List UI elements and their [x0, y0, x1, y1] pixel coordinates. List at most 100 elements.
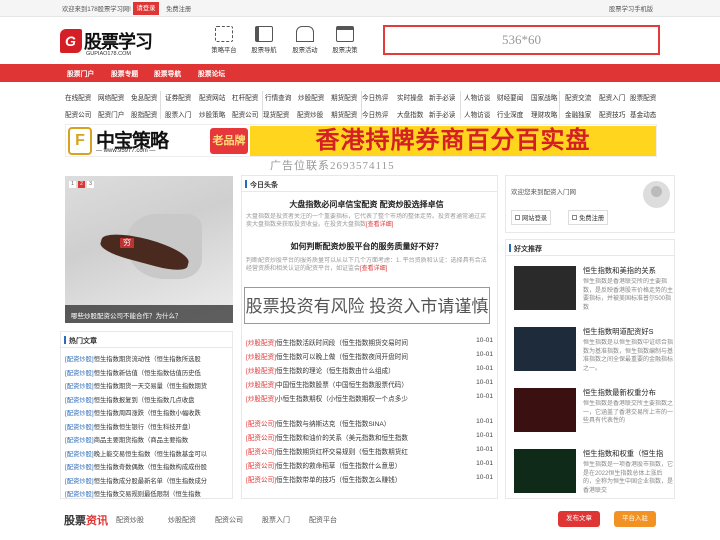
category-tag[interactable]: [配资炒股]: [65, 478, 94, 485]
article-title[interactable]: 恒生指数成分股最新名单（恒生指数成分: [94, 478, 207, 485]
category-tag[interactable]: [配资炒股]: [65, 397, 94, 404]
article-title[interactable]: 恒生指数和权重（恒生指: [583, 449, 673, 459]
category-tag[interactable]: [炒股配资]: [246, 340, 276, 347]
list-item[interactable]: [配资公司]恒生指数期货红杯交易规则（恒生指数期货红 10-01: [246, 446, 495, 456]
category-tag[interactable]: [配资公司]: [246, 477, 276, 484]
quick-link[interactable]: 行业深度: [497, 109, 523, 119]
category-tag[interactable]: [配资公司]: [246, 421, 276, 428]
banner-ad[interactable]: F 中宝策略 — www.95977.com — 老品牌 香港持牌券商百分百实盘: [65, 124, 657, 157]
article-title[interactable]: 恒生指数最新权重分布: [583, 388, 673, 398]
article-title[interactable]: 商品主要期货指数（商品主要指数: [94, 437, 188, 444]
avatar[interactable]: [643, 181, 670, 208]
quick-link[interactable]: 配资公司: [65, 109, 91, 119]
list-item[interactable]: [配资炒股]商品主要期货指数（商品主要指数: [65, 435, 188, 444]
category-tag[interactable]: [炒股配资]: [246, 354, 276, 361]
list-item[interactable]: [配资炒股]恒生指数恒生银行（恒生科技开盘）: [65, 422, 194, 431]
register-link[interactable]: 免费注册: [166, 4, 191, 13]
site-logo[interactable]: G 股票学习 GUPIAO178.COM: [60, 26, 155, 60]
category-tag[interactable]: [配资炒股]: [65, 451, 94, 458]
quick-link[interactable]: 人物访谈: [464, 109, 490, 119]
article-title[interactable]: 恒生指数带单的技巧（恒生指数怎么赚钱）: [276, 477, 401, 484]
quick-link[interactable]: 配资入门: [599, 92, 625, 102]
quick-link[interactable]: 大盘指数: [397, 109, 423, 119]
platform-join-button[interactable]: 平台入驻: [614, 511, 656, 527]
article-title[interactable]: 恒生指数奇数偶数（恒生指数构成成份股: [94, 464, 207, 471]
quick-link[interactable]: 今日热评: [362, 92, 388, 102]
quick-link[interactable]: 炒股策略: [199, 109, 225, 119]
article-title[interactable]: 恒生指数恒生银行（恒生科技开盘）: [94, 424, 195, 431]
article-thumbnail[interactable]: [514, 266, 576, 310]
slider-dot-active[interactable]: 2: [78, 181, 85, 188]
quick-link[interactable]: 股指配资: [131, 109, 157, 119]
category-tag[interactable]: [配资炒股]: [65, 491, 94, 498]
quick-link[interactable]: 现货配资: [263, 109, 289, 119]
quick-link[interactable]: 新手必读: [429, 92, 455, 102]
publish-article-button[interactable]: 发布文章: [558, 511, 600, 527]
article-title[interactable]: 恒生指数新估值（恒生指数估值历史低: [94, 370, 201, 377]
list-item[interactable]: [配资炒股]恒生指数新估值（恒生指数估值历史低: [65, 368, 201, 377]
tab-margin-trading[interactable]: 配资炒股: [116, 515, 144, 525]
article-title[interactable]: 恒生指数活跃时间段（恒生指数期货交易时间: [276, 340, 408, 347]
quick-link[interactable]: 股票入门: [165, 109, 191, 119]
headline-2[interactable]: 如何判断配资炒股平台的服务质量好不好？: [242, 241, 491, 252]
free-register-button[interactable]: 免费注册: [568, 210, 609, 225]
list-item[interactable]: [配资炒股]恒生指数周四涨跌（恒生指数小幅收跌: [65, 408, 201, 417]
list-item[interactable]: [炒股配资]恒生指数可以晚上做（恒生指数夜间开盘时间 10-01: [246, 351, 495, 361]
header-nav-strategy[interactable]: 策略平台: [207, 26, 241, 54]
login-button[interactable]: 请登录: [133, 2, 159, 15]
list-item[interactable]: [炒股配资]恒生指数活跃时间段（恒生指数期货交易时间 10-01: [246, 337, 495, 347]
list-item[interactable]: [炒股配资]小恒生指数期权（小恒生指数期权一个点多少 10-01: [246, 393, 495, 403]
category-tag[interactable]: [配资炒股]: [65, 424, 94, 431]
quick-link[interactable]: 配资门户: [98, 109, 124, 119]
category-tag[interactable]: [炒股配资]: [246, 382, 276, 389]
headline-1[interactable]: 大盘指数必问卓信宝配资 配资炒股选择卓信: [242, 199, 491, 210]
article-title[interactable]: 恒生指数明道配资好S: [583, 327, 673, 337]
quick-link[interactable]: 理财攻略: [531, 109, 557, 119]
category-tag[interactable]: [配资炒股]: [65, 410, 94, 417]
header-nav-activity[interactable]: 股票活动: [288, 26, 322, 54]
quick-link[interactable]: 今日热评: [362, 109, 388, 119]
list-item[interactable]: [配资炒股]恒生指数交易规则最低限制（恒生指数: [65, 489, 201, 498]
article-title[interactable]: 恒生指数交易规则最低限制（恒生指数: [94, 491, 201, 498]
quick-link[interactable]: 行情查询: [265, 92, 291, 102]
nav-topics[interactable]: 股票专题: [111, 68, 138, 78]
article-title[interactable]: 恒生指数可以晚上做（恒生指数夜间开盘时间: [276, 354, 408, 361]
list-item[interactable]: [炒股配资]恒生指数的理论（恒生指数由什么组成） 10-01: [246, 365, 495, 375]
quick-link[interactable]: 股票配资: [630, 92, 656, 102]
list-item[interactable]: [配资炒股]恒生指数期货流动性（恒生指数所选股: [65, 354, 201, 363]
nav-guide[interactable]: 股票导航: [154, 68, 181, 78]
category-tag[interactable]: [配资炒股]: [65, 370, 94, 377]
category-tag[interactable]: [配资公司]: [246, 449, 276, 456]
list-item[interactable]: [配资炒股]恒生指数奇数偶数（恒生指数构成成份股: [65, 462, 207, 471]
quick-link[interactable]: 配资炒股: [297, 109, 323, 119]
article-title[interactable]: 恒生指数期货红杯交易规则（恒生指数期货红: [276, 449, 408, 456]
category-tag[interactable]: [配资炒股]: [65, 437, 94, 444]
list-item[interactable]: [配资公司]恒生指数与纳斯达克（恒生指数SINA） 10-01: [246, 418, 495, 428]
image-slider[interactable]: 穷 123 哪些炒股配资公司不能合作？为什么？: [65, 176, 233, 323]
article-title[interactable]: 小恒生指数期权（小恒生指数期权一个点多少: [276, 396, 408, 403]
quick-link[interactable]: 新手必读: [429, 109, 455, 119]
article-title[interactable]: 恒生指数报复到（恒生指数几点收盘: [94, 397, 195, 404]
quick-link[interactable]: 免息配资: [131, 92, 157, 102]
quick-link[interactable]: 证券配资: [165, 92, 191, 102]
site-login-button[interactable]: 网站登录: [511, 210, 552, 225]
quick-link[interactable]: 配资网站: [199, 92, 225, 102]
list-item[interactable]: [配资公司]恒生指数和油价的关系（美元指数和恒生指数 10-01: [246, 432, 495, 442]
slider-caption[interactable]: 哪些炒股配资公司不能合作？为什么？: [65, 305, 233, 323]
list-item[interactable]: [配资炒股]恒生指数成分股最新名单（恒生指数成分: [65, 476, 207, 485]
quick-link[interactable]: 杠杆配资: [232, 92, 258, 102]
list-item[interactable]: [配资炒股]恒生指数报复到（恒生指数几点收盘: [65, 395, 194, 404]
quick-link[interactable]: 配资公司: [232, 109, 258, 119]
quick-link[interactable]: 实时操盘: [397, 92, 423, 102]
article-title[interactable]: 恒生指数和油价的关系（美元指数和恒生指数: [276, 435, 408, 442]
quick-link[interactable]: 炒股配资: [298, 92, 324, 102]
article-title[interactable]: 恒生指数的救命稻草（恒生指数什么意思）: [276, 463, 401, 470]
quick-link[interactable]: 财经要闻: [497, 92, 523, 102]
list-item[interactable]: [配资公司]恒生指数带单的技巧（恒生指数怎么赚钱） 10-01: [246, 474, 495, 484]
tab-margin-platform[interactable]: 配资平台: [309, 515, 337, 525]
list-item[interactable]: [配资公司]恒生指数的救命稻草（恒生指数什么意思） 10-01: [246, 460, 495, 470]
quick-link[interactable]: 配资交流: [565, 92, 591, 102]
category-tag[interactable]: [配资炒股]: [65, 464, 94, 471]
article-title[interactable]: 恒生指数与纳斯达克（恒生指数SINA）: [276, 421, 390, 428]
tab-stock-margin[interactable]: 炒股配资: [168, 515, 196, 525]
